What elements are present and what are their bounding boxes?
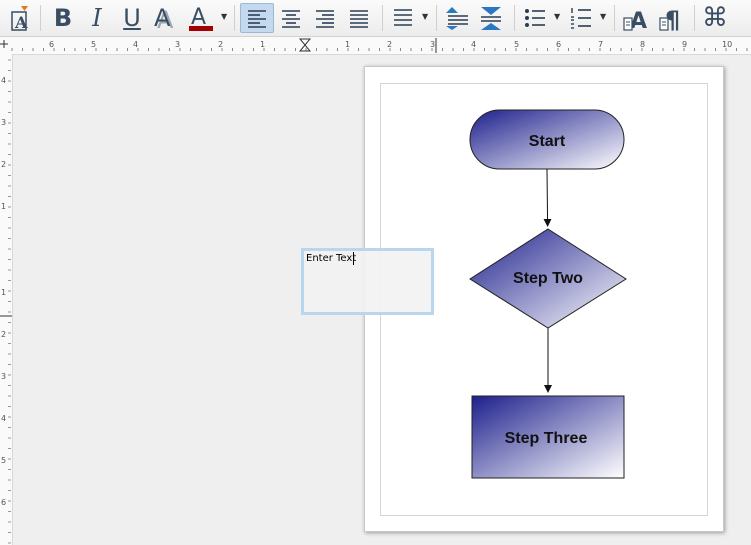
ruler-number: 6 bbox=[1, 498, 7, 507]
toolbar-separator bbox=[234, 5, 235, 31]
font-color-button[interactable]: A bbox=[186, 3, 216, 33]
italic-icon: I bbox=[92, 4, 102, 32]
underline-button[interactable]: U bbox=[116, 3, 148, 33]
decrease-paragraph-spacing-button[interactable] bbox=[476, 3, 506, 33]
underline-icon: U bbox=[123, 4, 141, 32]
horizontal-ruler[interactable]: 6 5 4 3 2 1 1 2 3 4 5 6 7 8 9 10 bbox=[0, 37, 751, 55]
paragraph-spacing-decrease-icon bbox=[481, 7, 501, 30]
formatting-toolbar: A B I U A A A ▼ ▼ ▼ ▼ A ¶ ⌘ bbox=[0, 0, 751, 37]
font-color-icon: A bbox=[189, 5, 213, 31]
line-spacing-icon bbox=[394, 9, 412, 26]
toolbar-separator bbox=[40, 5, 41, 31]
ruler-number: 3 bbox=[430, 40, 436, 49]
toolbar-separator bbox=[614, 5, 615, 31]
paragraph-spacing-icon bbox=[446, 7, 468, 30]
ruler-number: 3 bbox=[175, 40, 181, 49]
ruler-number: 10 bbox=[722, 40, 733, 49]
ruler-number: 6 bbox=[49, 40, 55, 49]
bullets-button[interactable] bbox=[520, 3, 550, 33]
ruler-number: 4 bbox=[471, 40, 477, 49]
align-center-icon bbox=[282, 10, 300, 28]
ruler-number: 2 bbox=[1, 160, 7, 169]
svg-text:A: A bbox=[154, 4, 171, 32]
italic-button[interactable]: I bbox=[82, 3, 112, 33]
shadow-text-icon: A A bbox=[154, 4, 174, 32]
font-color-dropdown-arrow[interactable]: ▼ bbox=[221, 12, 227, 21]
toolbar-separator bbox=[436, 5, 437, 31]
align-left-icon bbox=[248, 10, 266, 28]
align-right-button[interactable] bbox=[310, 3, 340, 33]
ruler-number: 3 bbox=[1, 372, 7, 381]
align-right-icon bbox=[316, 10, 334, 28]
line-spacing-button[interactable] bbox=[388, 3, 418, 33]
text-box-frame[interactable]: Enter Text bbox=[301, 248, 434, 315]
ruler-number: 1 bbox=[1, 202, 7, 211]
bullets-icon bbox=[525, 9, 545, 27]
ruler-number: 5 bbox=[1, 456, 7, 465]
line-spacing-dropdown-arrow[interactable]: ▼ bbox=[422, 12, 428, 21]
vertical-ruler[interactable]: 4 3 2 1 1 2 3 4 5 6 bbox=[0, 54, 13, 545]
ruler-number: 4 bbox=[133, 40, 139, 49]
ruler-number: 9 bbox=[682, 40, 688, 49]
ruler-number: 2 bbox=[1, 330, 7, 339]
bold-button[interactable]: B bbox=[48, 3, 78, 33]
toolbar-separator bbox=[514, 5, 515, 31]
ruler-number: 4 bbox=[1, 414, 7, 423]
justify-button[interactable] bbox=[344, 3, 374, 33]
command-button[interactable]: ⌘ bbox=[700, 3, 730, 33]
text-style-icon[interactable]: A bbox=[4, 3, 34, 33]
character-button[interactable]: A bbox=[620, 3, 652, 33]
text-cursor bbox=[353, 252, 354, 265]
ruler-number: 2 bbox=[387, 40, 393, 49]
ruler-number: 3 bbox=[1, 118, 7, 127]
ruler-number: 5 bbox=[514, 40, 520, 49]
ruler-number: 1 bbox=[260, 40, 266, 49]
ruler-number: 1 bbox=[1, 288, 7, 297]
ruler-number: 6 bbox=[556, 40, 562, 49]
increase-paragraph-spacing-button[interactable] bbox=[442, 3, 472, 33]
numbering-dropdown-arrow[interactable]: ▼ bbox=[600, 12, 606, 21]
ruler-number: 7 bbox=[598, 40, 604, 49]
paragraph-button[interactable]: ¶ bbox=[656, 3, 688, 33]
ruler-number: 1 bbox=[345, 40, 351, 49]
bold-icon: B bbox=[53, 4, 73, 32]
ruler-number: 2 bbox=[218, 40, 224, 49]
command-icon: ⌘ bbox=[702, 3, 728, 33]
numbering-button[interactable] bbox=[566, 3, 596, 33]
text-box-content[interactable]: Enter Text bbox=[306, 253, 356, 264]
align-left-button[interactable] bbox=[240, 3, 274, 33]
character-icon: A bbox=[623, 9, 647, 32]
ruler-number: 5 bbox=[91, 40, 97, 49]
ruler-number: 4 bbox=[1, 76, 7, 85]
paragraph-icon: ¶ bbox=[659, 6, 680, 32]
numbering-icon bbox=[571, 8, 591, 29]
bullets-dropdown-arrow[interactable]: ▼ bbox=[554, 12, 560, 21]
svg-text:A: A bbox=[14, 13, 28, 32]
shadow-button[interactable]: A A bbox=[150, 3, 184, 33]
justify-icon bbox=[350, 10, 368, 28]
toolbar-separator bbox=[382, 5, 383, 31]
align-center-button[interactable] bbox=[276, 3, 306, 33]
ruler-number: 8 bbox=[640, 40, 646, 49]
toolbar-separator bbox=[694, 5, 695, 31]
